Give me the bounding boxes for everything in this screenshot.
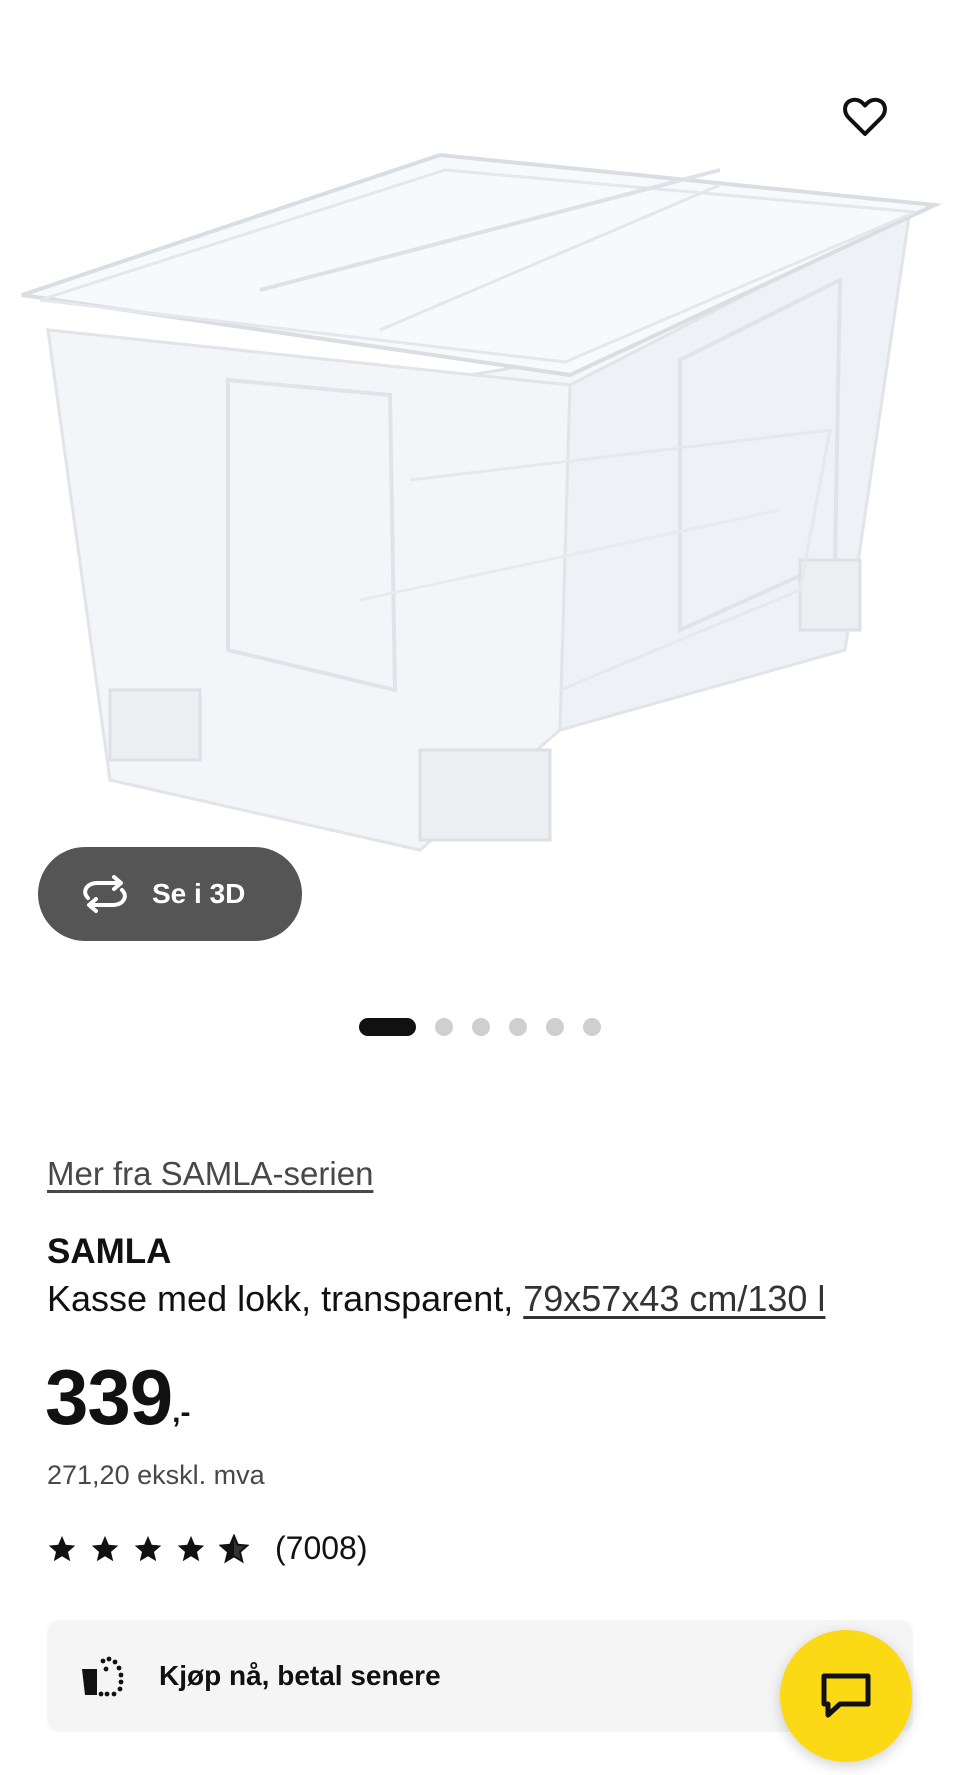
heart-icon: [843, 97, 887, 136]
pagination-dot-3[interactable]: [472, 1018, 490, 1036]
gallery-pagination: [0, 1016, 960, 1038]
pagination-dot-4[interactable]: [509, 1018, 527, 1036]
half-star-icon: [219, 1533, 249, 1563]
star-icon: [177, 1535, 205, 1561]
view-3d-button[interactable]: Se i 3D: [38, 847, 302, 941]
product-page: Se i 3D Mer fra SAMLA-serien SAMLA Kasse…: [0, 0, 960, 1775]
product-name: SAMLA: [47, 1232, 172, 1271]
star-icon: [91, 1535, 119, 1561]
rotate-3d-icon: [83, 875, 127, 913]
bag-dots-icon: [82, 1656, 124, 1697]
rating-stars: [47, 1533, 249, 1564]
pagination-dot-5[interactable]: [546, 1018, 564, 1036]
pagination-dot-6[interactable]: [583, 1018, 601, 1036]
bnpl-label: Kjøp nå, betal senere: [159, 1660, 441, 1691]
price-ex-vat: 271,20 ekskl. mva: [47, 1460, 265, 1490]
series-link[interactable]: Mer fra SAMLA-serien: [47, 1155, 373, 1193]
star-icon: [48, 1535, 76, 1561]
rating-count: (7008): [275, 1530, 368, 1566]
chat-button[interactable]: [780, 1630, 912, 1762]
price-main: 339: [45, 1353, 173, 1441]
chat-icon: [821, 1673, 871, 1718]
product-image[interactable]: [0, 130, 960, 870]
product-description: Kasse med lokk, transparent, 79x57x43 cm…: [47, 1278, 825, 1320]
view-3d-label: Se i 3D: [152, 878, 246, 909]
product-description-text: Kasse med lokk, transparent,: [47, 1278, 524, 1319]
product-rating[interactable]: (7008): [47, 1530, 368, 1567]
wishlist-button[interactable]: [836, 88, 894, 146]
pagination-dot-2[interactable]: [435, 1018, 453, 1036]
product-gallery[interactable]: Se i 3D: [0, 0, 960, 1036]
star-icon: [134, 1535, 162, 1561]
price-suffix: ,-: [172, 1396, 191, 1429]
product-price: 339 ,-: [45, 1358, 190, 1436]
measure-link[interactable]: 79x57x43 cm/130 l: [523, 1278, 825, 1319]
pagination-dot-1[interactable]: [359, 1018, 416, 1036]
